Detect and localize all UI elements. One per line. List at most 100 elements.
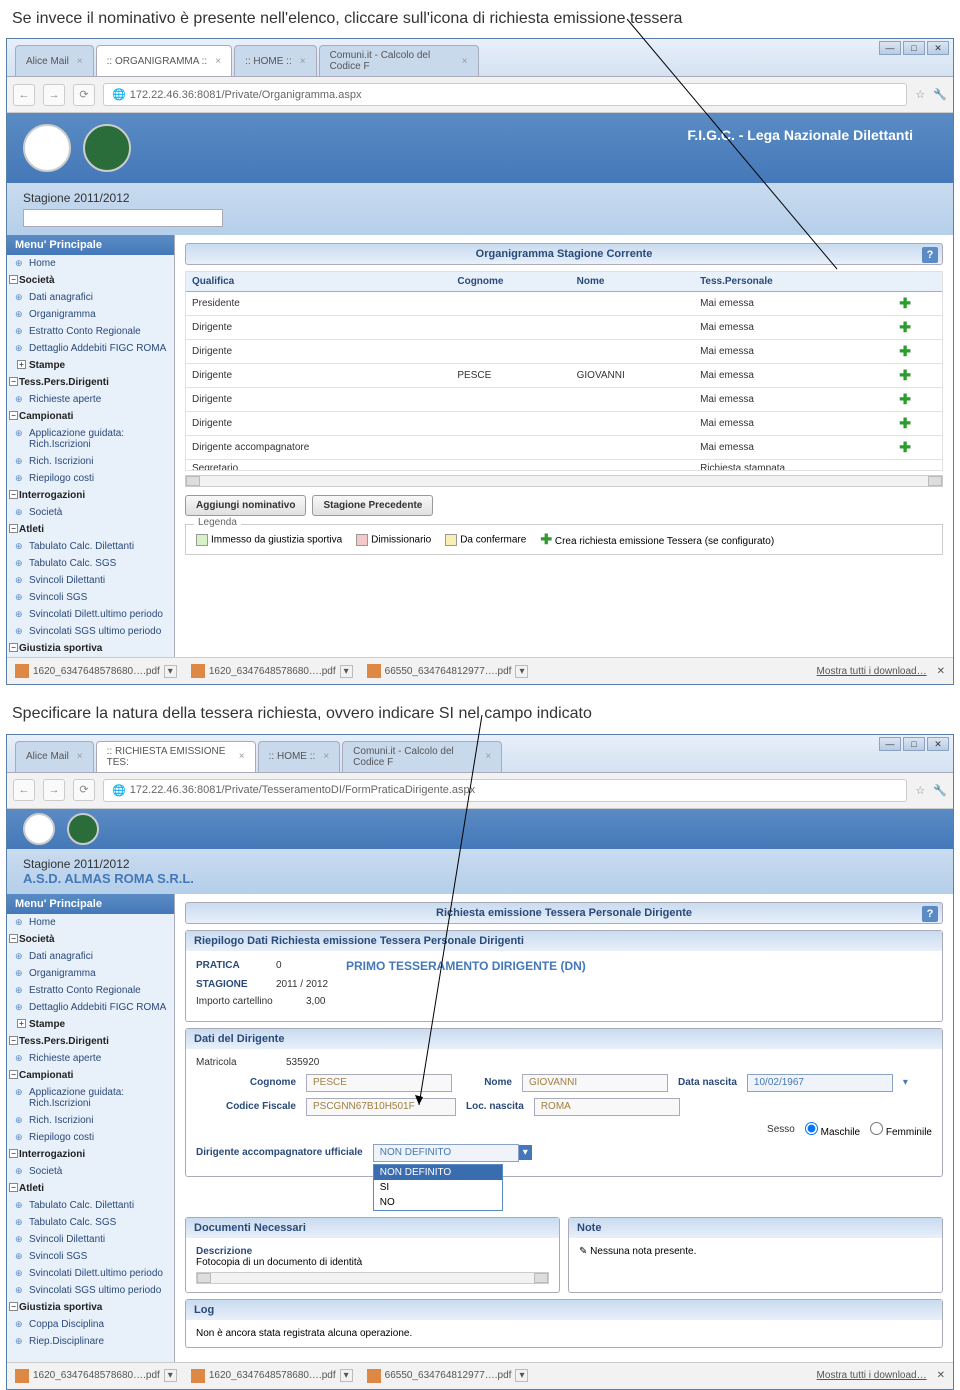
download-item[interactable]: 1620_6347648578680….pdf▾ bbox=[191, 664, 353, 678]
url-bar[interactable]: 🌐172.22.46.36:8081/Private/TesseramentoD… bbox=[103, 779, 907, 802]
close-bar-icon[interactable]: ✕ bbox=[937, 666, 945, 677]
close-icon[interactable]: × bbox=[462, 56, 468, 67]
tab-richiesta[interactable]: :: RICHIESTA EMISSIONE TES:× bbox=[96, 741, 256, 772]
plus-icon[interactable]: ✚ bbox=[899, 367, 911, 383]
plus-icon[interactable]: ✚ bbox=[899, 391, 911, 407]
help-icon[interactable]: ? bbox=[922, 906, 938, 922]
download-item[interactable]: 66550_634764812977….pdf▾ bbox=[367, 664, 529, 678]
pencil-icon[interactable]: ✎ bbox=[579, 1246, 587, 1257]
help-icon[interactable]: ? bbox=[922, 247, 938, 263]
menu-richiscr[interactable]: ⊕Rich. Iscrizioni bbox=[7, 453, 174, 470]
menu-societa[interactable]: −Società bbox=[7, 931, 174, 948]
col-tess[interactable]: Tess.Personale bbox=[694, 272, 893, 292]
col-nome[interactable]: Nome bbox=[571, 272, 694, 292]
maximize-button[interactable]: □ bbox=[903, 41, 925, 55]
tab-alice-mail[interactable]: Alice Mail× bbox=[15, 45, 94, 76]
back-button[interactable]: ← bbox=[13, 779, 35, 801]
tab-organigramma[interactable]: :: ORGANIGRAMMA ::× bbox=[96, 45, 232, 76]
menu-stampe[interactable]: +Stampe bbox=[7, 357, 174, 374]
menu-svsgs[interactable]: ⊕Svincoli SGS bbox=[7, 589, 174, 606]
sesso-f-radio[interactable]: Femminile bbox=[870, 1122, 932, 1138]
show-all-downloads-link[interactable]: Mostra tutti i download… bbox=[817, 666, 927, 677]
plus-icon[interactable]: ✚ bbox=[899, 439, 911, 455]
menu-societa[interactable]: −Società bbox=[7, 272, 174, 289]
maximize-button[interactable]: □ bbox=[903, 737, 925, 751]
star-icon[interactable]: ☆ bbox=[915, 784, 925, 797]
back-button[interactable]: ← bbox=[13, 84, 35, 106]
cognome-field[interactable] bbox=[306, 1074, 452, 1092]
wrench-icon[interactable]: 🔧 bbox=[933, 784, 947, 797]
calendar-icon[interactable]: ▾ bbox=[903, 1077, 908, 1088]
tab-home[interactable]: :: HOME ::× bbox=[234, 45, 317, 76]
dd-option[interactable]: NON DEFINITO bbox=[374, 1165, 502, 1180]
plus-icon[interactable]: ✚ bbox=[899, 319, 911, 335]
plus-icon[interactable]: ✚ bbox=[899, 343, 911, 359]
table-row[interactable]: DirigenteMai emessa✚ bbox=[186, 316, 942, 340]
download-item[interactable]: 66550_634764812977….pdf▾ bbox=[367, 1369, 529, 1383]
menu-tabsgs[interactable]: ⊕Tabulato Calc. SGS bbox=[7, 555, 174, 572]
sesso-m-radio[interactable]: Maschile bbox=[805, 1122, 860, 1138]
menu-richieste[interactable]: ⊕Richieste aperte bbox=[7, 391, 174, 408]
nome-field[interactable] bbox=[522, 1074, 668, 1092]
col-qualifica[interactable]: Qualifica bbox=[186, 272, 451, 292]
reload-button[interactable]: ⟳ bbox=[73, 84, 95, 106]
menu-home[interactable]: ⊕Home bbox=[7, 914, 174, 931]
menu-campionati[interactable]: −Campionati bbox=[7, 408, 174, 425]
horizontal-scrollbar[interactable] bbox=[196, 1272, 549, 1284]
menu-svdilult[interactable]: ⊕Svincolati Dilett.ultimo periodo bbox=[7, 606, 174, 623]
close-button[interactable]: ✕ bbox=[927, 41, 949, 55]
dd-option[interactable]: SI bbox=[374, 1180, 502, 1195]
close-icon[interactable]: × bbox=[300, 56, 306, 67]
menu-interrog[interactable]: −Interrogazioni bbox=[7, 487, 174, 504]
reload-button[interactable]: ⟳ bbox=[73, 779, 95, 801]
chevron-down-icon[interactable]: ▾ bbox=[340, 665, 353, 678]
menu-svsgsult[interactable]: ⊕Svincolati SGS ultimo periodo bbox=[7, 623, 174, 640]
chevron-down-icon[interactable]: ▾ bbox=[515, 665, 528, 678]
table-row[interactable]: Dirigente accompagnatoreMai emessa✚ bbox=[186, 436, 942, 460]
table-row[interactable]: DirigenteMai emessa✚ bbox=[186, 412, 942, 436]
forward-button[interactable]: → bbox=[43, 84, 65, 106]
minimize-button[interactable]: — bbox=[879, 41, 901, 55]
menu-estratto[interactable]: ⊕Estratto Conto Regionale bbox=[7, 323, 174, 340]
show-all-downloads-link[interactable]: Mostra tutti i download… bbox=[817, 1370, 927, 1381]
menu-organigramma[interactable]: ⊕Organigramma bbox=[7, 306, 174, 323]
table-row[interactable]: PresidenteMai emessa✚ bbox=[186, 292, 942, 316]
plus-icon[interactable]: ✚ bbox=[899, 415, 911, 431]
data-nascita-field[interactable] bbox=[747, 1074, 893, 1092]
table-row[interactable]: DirigenteMai emessa✚ bbox=[186, 388, 942, 412]
download-item[interactable]: 1620_6347648578680….pdf▾ bbox=[15, 1369, 177, 1383]
table-row[interactable]: SegretarioRichiesta stampata bbox=[186, 460, 942, 472]
chevron-down-icon[interactable]: ▾ bbox=[164, 665, 177, 678]
table-row[interactable]: DirigenteMai emessa✚ bbox=[186, 340, 942, 364]
menu-tess[interactable]: −Tess.Pers.Dirigenti bbox=[7, 374, 174, 391]
menu-anagrafici[interactable]: ⊕Dati anagrafici bbox=[7, 289, 174, 306]
menu-home[interactable]: ⊕Home bbox=[7, 255, 174, 272]
horizontal-scrollbar[interactable] bbox=[185, 475, 943, 487]
menu-svdil[interactable]: ⊕Svincoli Dilettanti bbox=[7, 572, 174, 589]
loc-field[interactable] bbox=[534, 1098, 680, 1116]
close-icon[interactable]: × bbox=[77, 56, 83, 67]
tab-home[interactable]: :: HOME ::× bbox=[258, 741, 341, 772]
stagione-prec-button[interactable]: Stagione Precedente bbox=[312, 495, 433, 516]
url-bar[interactable]: 🌐172.22.46.36:8081/Private/Organigramma.… bbox=[103, 83, 907, 106]
tab-alice-mail[interactable]: Alice Mail× bbox=[15, 741, 94, 772]
menu-dettaglio[interactable]: ⊕Dettaglio Addebiti FIGC ROMA bbox=[7, 340, 174, 357]
download-item[interactable]: 1620_6347648578680….pdf▾ bbox=[15, 664, 177, 678]
minimize-button[interactable]: — bbox=[879, 737, 901, 751]
add-nominativo-button[interactable]: Aggiungi nominativo bbox=[185, 495, 306, 516]
menu-socinq[interactable]: ⊕Società bbox=[7, 504, 174, 521]
menu-atleti[interactable]: −Atleti bbox=[7, 521, 174, 538]
cf-field[interactable] bbox=[306, 1098, 456, 1116]
tab-comuni[interactable]: Comuni.it - Calcolo del Codice F× bbox=[319, 45, 479, 76]
col-cognome[interactable]: Cognome bbox=[451, 272, 570, 292]
close-bar-icon[interactable]: ✕ bbox=[937, 1370, 945, 1381]
plus-icon[interactable]: ✚ bbox=[899, 295, 911, 311]
accomp-dropdown[interactable]: ▾ NON DEFINITO SI NO bbox=[373, 1144, 532, 1162]
close-icon[interactable]: × bbox=[215, 56, 221, 67]
download-item[interactable]: 1620_6347648578680….pdf▾ bbox=[191, 1369, 353, 1383]
star-icon[interactable]: ☆ bbox=[915, 88, 925, 101]
close-button[interactable]: ✕ bbox=[927, 737, 949, 751]
menu-tabdil[interactable]: ⊕Tabulato Calc. Dilettanti bbox=[7, 538, 174, 555]
menu-riepilogo[interactable]: ⊕Riepilogo costi bbox=[7, 470, 174, 487]
table-row[interactable]: DirigentePESCEGIOVANNIMai emessa✚ bbox=[186, 364, 942, 388]
